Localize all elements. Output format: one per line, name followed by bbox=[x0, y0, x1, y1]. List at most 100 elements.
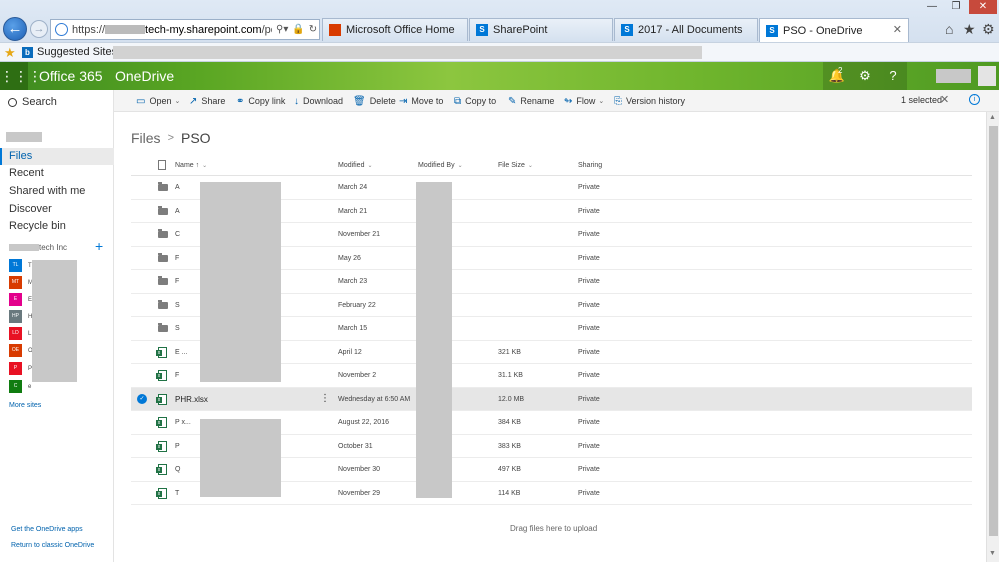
folder-icon bbox=[158, 299, 168, 309]
gear-icon[interactable]: ⚙ bbox=[982, 21, 995, 38]
header-modified[interactable]: Modified ⌄ bbox=[338, 162, 373, 169]
user-name-redacted[interactable] bbox=[936, 69, 971, 83]
cell-file-size: 384 KB bbox=[498, 419, 521, 426]
header-sharing[interactable]: Sharing bbox=[578, 162, 602, 169]
notifications-bell-icon[interactable]: 🔔 bbox=[823, 62, 851, 90]
site-tile[interactable]: C bbox=[9, 380, 22, 393]
user-name-redacted bbox=[6, 132, 42, 142]
cell-sharing: Private bbox=[578, 278, 600, 285]
copy-link-button[interactable]: ⚭ Copy link bbox=[236, 90, 285, 112]
flow-button[interactable]: ↬ Flow ⌄ bbox=[564, 90, 604, 112]
refresh-icon[interactable]: ↻ bbox=[309, 24, 317, 35]
more-sites-link[interactable]: More sites bbox=[9, 402, 41, 409]
site-tile[interactable]: TL bbox=[9, 259, 22, 272]
open-button[interactable]: ▭ Open ⌄ bbox=[136, 90, 180, 112]
tab-sharepoint[interactable]: S SharePoint bbox=[469, 18, 613, 41]
site-tile[interactable]: HP bbox=[9, 310, 22, 323]
site-name[interactable]: e bbox=[28, 384, 31, 390]
cell-name[interactable]: F bbox=[175, 372, 179, 379]
table-row[interactable]: ✓ PHR.xlsx Wednesday at 6:50 AM 12.0 MB Priv… bbox=[131, 387, 972, 411]
breadcrumb-files[interactable]: Files bbox=[131, 130, 161, 146]
lock-icon[interactable]: 🔒 bbox=[292, 24, 304, 35]
breadcrumb-current: PSO bbox=[181, 130, 211, 146]
cell-name[interactable]: P bbox=[175, 443, 180, 450]
cell-name[interactable]: A bbox=[175, 184, 180, 191]
cell-name[interactable]: PHR.xlsx bbox=[175, 395, 208, 404]
favorites-icon[interactable]: ★ bbox=[4, 45, 16, 61]
help-icon[interactable]: ? bbox=[879, 62, 907, 90]
favorites-star-icon[interactable]: ★ bbox=[963, 21, 976, 38]
copy-to-button[interactable]: ⧉ Copy to bbox=[454, 90, 496, 112]
clear-selection-icon[interactable]: ✕ bbox=[940, 93, 949, 106]
site-name[interactable]: L bbox=[28, 331, 31, 337]
cell-name[interactable]: C bbox=[175, 231, 180, 238]
header-name[interactable]: Name ↑ ⌄ bbox=[175, 162, 207, 169]
nav-discover[interactable]: Discover bbox=[0, 201, 114, 218]
site-tile[interactable]: P bbox=[9, 362, 22, 375]
row-checkmark-icon[interactable]: ✓ bbox=[137, 393, 147, 404]
back-button[interactable]: ← bbox=[3, 17, 27, 41]
excel-file-icon bbox=[156, 346, 167, 358]
cell-sharing: Private bbox=[578, 348, 600, 356]
rename-button[interactable]: ✎ Rename bbox=[508, 90, 554, 112]
cell-name[interactable]: P x... bbox=[175, 419, 191, 426]
app-launcher-icon[interactable]: ⋮⋮⋮ bbox=[0, 62, 42, 90]
info-icon[interactable]: i bbox=[969, 94, 980, 105]
version-history-button[interactable]: ⎘ Version history bbox=[614, 90, 685, 112]
cell-name[interactable]: A bbox=[175, 208, 180, 215]
scroll-down-icon[interactable]: ▼ bbox=[989, 550, 996, 557]
chevron-down-icon: ⌄ bbox=[367, 163, 373, 169]
avatar[interactable] bbox=[978, 66, 996, 86]
share-button[interactable]: ↗ Share bbox=[189, 90, 225, 112]
add-site-icon[interactable]: + bbox=[95, 238, 103, 254]
site-tile[interactable]: OE bbox=[9, 344, 22, 357]
tab-all-documents[interactable]: S 2017 - All Documents bbox=[614, 18, 758, 41]
scrollbar-thumb[interactable] bbox=[989, 126, 998, 536]
more-options-icon[interactable]: ⋮ bbox=[320, 393, 330, 404]
address-bar[interactable]: https://tech-my.sharepoint.com/persona ⚲… bbox=[50, 19, 320, 40]
cell-modified: August 22, 2016 bbox=[338, 419, 389, 426]
nav-recent[interactable]: Recent bbox=[0, 165, 114, 182]
maximize-button[interactable]: ❐ bbox=[945, 0, 967, 14]
cell-name[interactable]: T bbox=[175, 490, 179, 497]
folder-icon bbox=[158, 205, 168, 215]
scroll-up-icon[interactable]: ▲ bbox=[989, 114, 996, 121]
search-icon[interactable]: ⚲▾ bbox=[276, 24, 288, 35]
get-apps-link[interactable]: Get the OneDrive apps bbox=[11, 526, 83, 533]
cell-name[interactable]: S bbox=[175, 302, 180, 309]
home-icon[interactable]: ⌂ bbox=[945, 21, 953, 37]
office365-brand[interactable]: Office 365 bbox=[39, 68, 103, 84]
cell-sharing: Private bbox=[578, 442, 600, 450]
onedrive-app-title[interactable]: OneDrive bbox=[115, 68, 174, 84]
file-type-header-icon[interactable] bbox=[158, 160, 166, 170]
minimize-button[interactable]: — bbox=[921, 0, 943, 14]
nav-files[interactable]: Files bbox=[0, 148, 114, 165]
cell-name[interactable]: S bbox=[175, 325, 180, 332]
settings-gear-icon[interactable]: ⚙ bbox=[851, 62, 879, 90]
delete-button[interactable]: 🗑 Delete bbox=[353, 90, 396, 112]
cell-name[interactable]: E ... bbox=[175, 349, 187, 356]
cell-name[interactable]: F bbox=[175, 278, 179, 285]
download-button[interactable]: ↓ Download bbox=[294, 90, 343, 112]
forward-button[interactable]: → bbox=[30, 20, 48, 38]
tab-office-home[interactable]: Microsoft Office Home bbox=[322, 18, 468, 41]
cell-modified: October 31 bbox=[338, 442, 373, 450]
redacted-sites bbox=[32, 260, 77, 382]
search-box[interactable]: Search bbox=[8, 96, 57, 108]
scrollbar[interactable]: ▲ ▼ bbox=[986, 112, 999, 562]
nav-shared-with-me[interactable]: Shared with me bbox=[0, 183, 114, 200]
nav-recycle-bin[interactable]: Recycle bin bbox=[0, 218, 114, 235]
site-tile[interactable]: E bbox=[9, 293, 22, 306]
tab-pso-onedrive[interactable]: S PSO - OneDrive ✕ bbox=[759, 18, 909, 42]
search-icon bbox=[8, 97, 17, 107]
site-tile[interactable]: LD bbox=[9, 327, 22, 340]
cell-name[interactable]: F bbox=[175, 255, 179, 262]
move-to-button[interactable]: ⇥ Move to bbox=[399, 90, 443, 112]
header-file-size[interactable]: File Size ⌄ bbox=[498, 162, 533, 169]
close-tab-icon[interactable]: ✕ bbox=[893, 23, 902, 36]
cell-name[interactable]: Q bbox=[175, 466, 180, 473]
close-window-button[interactable]: ✕ bbox=[969, 0, 997, 14]
classic-onedrive-link[interactable]: Return to classic OneDrive bbox=[11, 542, 94, 549]
header-modified-by[interactable]: Modified By ⌄ bbox=[418, 162, 463, 169]
site-tile[interactable]: MT bbox=[9, 276, 22, 289]
